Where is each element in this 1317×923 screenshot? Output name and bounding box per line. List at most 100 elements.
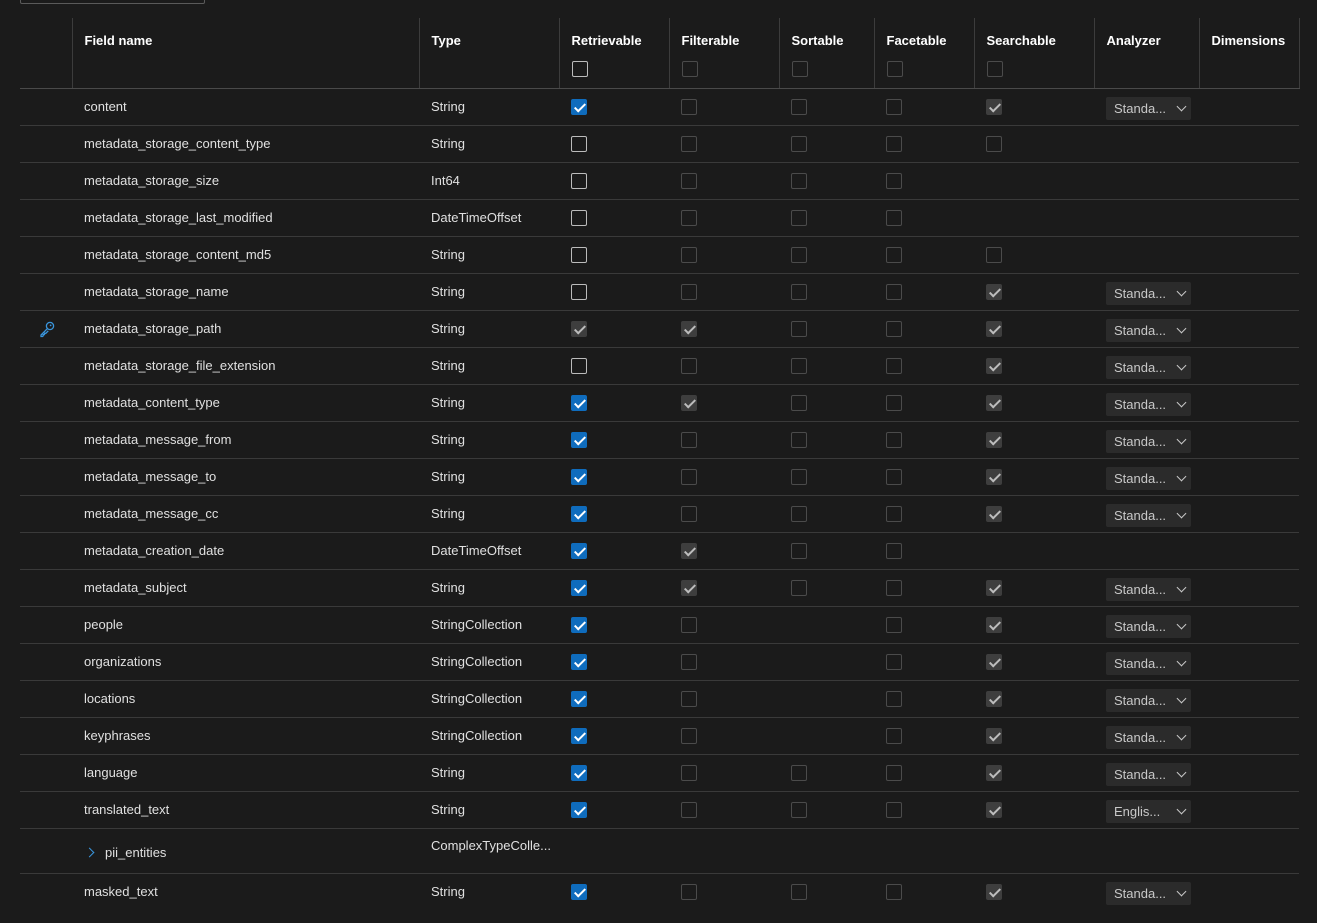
table-row[interactable]: locations StringCollection Standa...	[20, 680, 1299, 718]
analyzer-dropdown[interactable]: Standa...	[1106, 578, 1191, 601]
table-row[interactable]: metadata_message_cc String Standa...	[20, 495, 1299, 533]
analyzer-dropdown[interactable]: Standa...	[1106, 467, 1191, 490]
table-row[interactable]: metadata_message_from String Standa...	[20, 421, 1299, 459]
chevron-down-icon	[1176, 619, 1187, 630]
retrievable-checkbox[interactable]	[571, 653, 587, 670]
retrievable-checkbox[interactable]	[571, 283, 587, 300]
facetable-checkbox	[886, 764, 902, 781]
sortable-checkbox	[791, 320, 807, 337]
analyzer-dropdown[interactable]: Standa...	[1106, 882, 1191, 906]
filterable-cell	[669, 680, 779, 718]
table-row[interactable]: metadata_subject String Standa...	[20, 569, 1299, 607]
table-row[interactable]: pii_entities ComplexTypeColle...	[20, 828, 1299, 874]
table-row[interactable]: people StringCollection Standa...	[20, 606, 1299, 644]
retrievable-checkbox[interactable]	[571, 505, 587, 522]
select-all-facetable-checkbox[interactable]	[886, 61, 903, 77]
top-input-box[interactable]	[20, 0, 205, 4]
table-row[interactable]: masked_text String Standa...	[20, 873, 1299, 910]
sortable-checkbox	[791, 394, 807, 411]
facetable-checkbox	[886, 394, 902, 411]
analyzer-dropdown[interactable]: Standa...	[1106, 393, 1191, 416]
retrievable-checkbox[interactable]	[571, 209, 587, 226]
filterable-checkbox	[681, 653, 697, 670]
key-cell	[20, 828, 72, 874]
table-row[interactable]: content String Standa...	[20, 88, 1299, 126]
searchable-checkbox	[986, 505, 1002, 522]
retrievable-checkbox[interactable]	[571, 690, 587, 707]
select-all-retrievable-checkbox[interactable]	[571, 61, 588, 77]
retrievable-cell	[559, 347, 669, 385]
analyzer-cell: Standa...	[1094, 873, 1199, 910]
select-all-sortable-checkbox[interactable]	[791, 61, 808, 77]
retrievable-cell	[559, 532, 669, 570]
analyzer-dropdown[interactable]: Standa...	[1106, 726, 1191, 749]
column-header-field-name[interactable]: Field name	[71, 18, 419, 89]
table-row[interactable]: metadata_storage_path String Standa...	[20, 310, 1299, 348]
searchable-cell	[974, 643, 1094, 681]
analyzer-dropdown[interactable]: Standa...	[1106, 356, 1191, 379]
retrievable-checkbox[interactable]	[571, 394, 587, 411]
analyzer-value: Standa...	[1114, 886, 1167, 902]
searchable-checkbox	[986, 690, 1002, 707]
retrievable-checkbox[interactable]	[571, 727, 587, 744]
chevron-right-icon[interactable]	[84, 847, 95, 858]
table-row[interactable]: metadata_storage_file_extension String Sta…	[20, 347, 1299, 385]
facetable-checkbox	[886, 542, 902, 559]
table-row[interactable]: organizations StringCollection Standa...	[20, 643, 1299, 681]
retrievable-checkbox[interactable]	[571, 357, 587, 374]
table-row[interactable]: metadata_creation_date DateTimeOffset	[20, 532, 1299, 570]
analyzer-dropdown[interactable]: Standa...	[1106, 504, 1191, 527]
searchable-checkbox	[986, 653, 1002, 670]
analyzer-value: Standa...	[1114, 323, 1167, 338]
analyzer-dropdown[interactable]: Standa...	[1106, 282, 1191, 305]
table-row[interactable]: metadata_storage_size Int64	[20, 162, 1299, 200]
retrievable-checkbox[interactable]	[571, 801, 587, 818]
column-header-type[interactable]: Type	[418, 18, 559, 89]
analyzer-dropdown[interactable]: Standa...	[1106, 319, 1191, 342]
analyzer-dropdown[interactable]: Englis...	[1106, 800, 1191, 823]
sortable-cell	[779, 421, 874, 459]
sortable-checkbox	[791, 884, 807, 901]
chevron-down-icon	[1176, 434, 1187, 445]
table-row[interactable]: metadata_content_type String Standa...	[20, 384, 1299, 422]
field-name: metadata_storage_content_md5	[84, 247, 272, 262]
analyzer-dropdown[interactable]: Standa...	[1106, 430, 1191, 453]
chevron-down-icon	[1176, 693, 1187, 704]
analyzer-dropdown[interactable]: Standa...	[1106, 97, 1191, 120]
table-row[interactable]: keyphrases StringCollection Standa...	[20, 717, 1299, 755]
retrievable-checkbox[interactable]	[571, 98, 587, 115]
retrievable-checkbox[interactable]	[571, 246, 587, 263]
key-cell	[20, 421, 72, 459]
facetable-checkbox	[886, 209, 902, 226]
analyzer-dropdown[interactable]: Standa...	[1106, 615, 1191, 638]
retrievable-cell	[559, 125, 669, 163]
retrievable-checkbox[interactable]	[571, 468, 587, 485]
analyzer-cell: Standa...	[1094, 717, 1199, 755]
field-name-cell: people	[72, 606, 419, 644]
retrievable-checkbox[interactable]	[571, 431, 587, 448]
analyzer-dropdown[interactable]: Standa...	[1106, 689, 1191, 712]
select-all-searchable-checkbox[interactable]	[986, 61, 1003, 77]
retrievable-checkbox[interactable]	[571, 135, 587, 152]
header-label: Type	[431, 33, 461, 48]
table-row[interactable]: metadata_storage_content_type String	[20, 125, 1299, 163]
analyzer-dropdown[interactable]: Standa...	[1106, 652, 1191, 675]
retrievable-checkbox[interactable]	[571, 172, 587, 189]
table-row[interactable]: metadata_storage_content_md5 String	[20, 236, 1299, 274]
table-row[interactable]: metadata_message_to String Standa...	[20, 458, 1299, 496]
sortable-cell	[779, 88, 874, 126]
retrievable-checkbox[interactable]	[571, 764, 587, 781]
sortable-cell	[779, 236, 874, 274]
table-row[interactable]: language String Standa...	[20, 754, 1299, 792]
retrievable-checkbox[interactable]	[571, 884, 587, 901]
field-name: keyphrases	[84, 728, 151, 743]
table-row[interactable]: metadata_storage_name String Standa...	[20, 273, 1299, 311]
field-type: DateTimeOffset	[419, 199, 559, 237]
select-all-filterable-checkbox[interactable]	[681, 61, 698, 77]
table-row[interactable]: metadata_storage_last_modified DateTimeOf…	[20, 199, 1299, 237]
retrievable-checkbox[interactable]	[571, 579, 587, 596]
analyzer-dropdown[interactable]: Standa...	[1106, 763, 1191, 786]
retrievable-checkbox[interactable]	[571, 616, 587, 633]
retrievable-checkbox[interactable]	[571, 542, 587, 559]
table-row[interactable]: translated_text String Englis...	[20, 791, 1299, 829]
